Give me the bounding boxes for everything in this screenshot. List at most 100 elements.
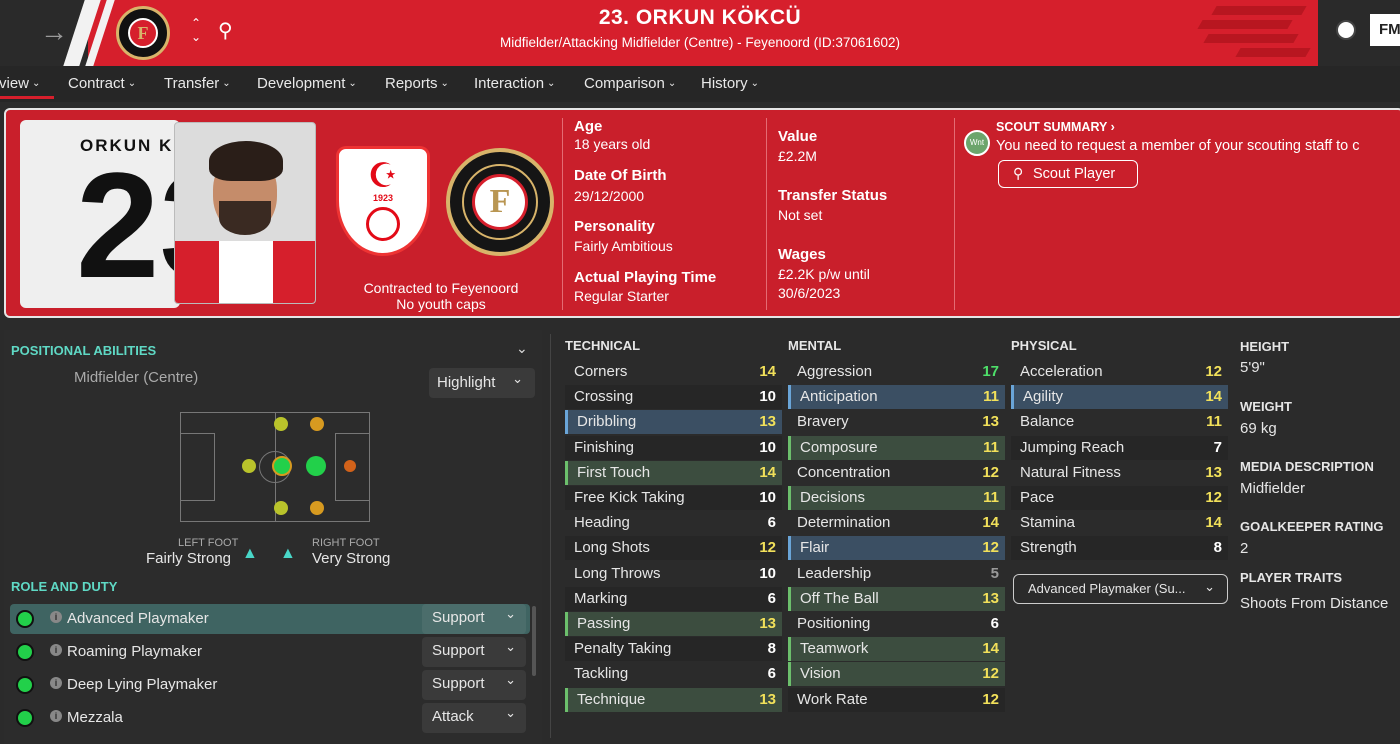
tab-history[interactable]: History ⌄ [701, 75, 759, 92]
attribute-row[interactable]: Strength 8 [1011, 536, 1228, 561]
attribute-row[interactable]: Bravery 13 [788, 410, 1005, 434]
fm-logo-icon[interactable]: FM [1370, 14, 1400, 46]
back-arrow-icon[interactable]: → [40, 16, 68, 48]
tab-reports[interactable]: Reports ⌄ [385, 75, 449, 92]
player-trait[interactable]: Shoots From Distance [1240, 595, 1388, 612]
role-name: Deep Lying Playmaker [67, 676, 218, 693]
chevron-down-icon: ⌄ [505, 705, 516, 720]
attribute-row[interactable]: Heading 6 [565, 511, 782, 535]
info-icon[interactable]: i [50, 644, 62, 656]
header-decoration [1211, 6, 1307, 15]
attribute-value: 13 [759, 413, 776, 431]
attribute-row[interactable]: Aggression 17 [788, 360, 1005, 384]
attribute-value: 8 [767, 640, 776, 658]
duty-dropdown[interactable]: Support ⌄ [422, 604, 526, 634]
attribute-row[interactable]: Positioning 6 [788, 612, 1005, 636]
attribute-name: Corners [574, 363, 628, 380]
attribute-row[interactable]: Technique 13 [565, 687, 782, 712]
tab-interaction[interactable]: Interaction ⌄ [474, 75, 555, 92]
role-row[interactable]: i Roaming Playmaker Support ⌄ [10, 637, 530, 667]
roles-scrollbar[interactable] [532, 606, 536, 676]
chevron-down-icon: ⌄ [547, 78, 556, 89]
attribute-name: Vision [800, 665, 841, 683]
club-badge-icon[interactable]: F [116, 6, 170, 60]
scout-summary-link[interactable]: SCOUT SUMMARY › [996, 120, 1115, 134]
header-decoration [1197, 20, 1293, 29]
role-row[interactable]: i Mezzala Attack ⌄ [10, 703, 530, 733]
highlight-dropdown[interactable]: Highlight ⌄ [429, 368, 535, 398]
chevron-down-icon: ⌄ [505, 606, 516, 621]
attribute-row[interactable]: Anticipation 11 [788, 385, 1005, 410]
attribute-row[interactable]: First Touch 14 [565, 460, 782, 485]
club-badge-icon[interactable]: F [446, 148, 554, 256]
duty-label: Support [432, 642, 485, 659]
attribute-row[interactable]: Long Throws 10 [565, 562, 782, 586]
chevron-down-icon[interactable]: ⌄ [516, 340, 528, 357]
info-icon[interactable]: i [50, 677, 62, 689]
role-highlight-dropdown[interactable]: Advanced Playmaker (Su... ⌄ [1013, 574, 1228, 604]
attribute-name: Teamwork [800, 640, 869, 658]
attribute-row[interactable]: Dribbling 13 [565, 410, 782, 435]
attribute-row[interactable]: Acceleration 12 [1011, 360, 1228, 384]
tab-comparison[interactable]: Comparison ⌄ [584, 75, 676, 92]
duty-dropdown[interactable]: Support ⌄ [422, 670, 526, 700]
football-icon [366, 207, 400, 241]
left-foot-value: Fairly Strong [146, 550, 232, 567]
player-overview-card: ORKUN KÖ 23 ☪ 1923 F Contracted to Feyen… [4, 108, 1400, 318]
attribute-row[interactable]: Concentration 12 [788, 461, 1005, 485]
attribute-name: Crossing [574, 388, 634, 406]
attribute-row[interactable]: Agility 14 [1011, 385, 1228, 410]
position-dot-selected [272, 456, 292, 476]
duty-label: Support [432, 609, 485, 626]
attribute-row[interactable]: Flair 12 [788, 536, 1005, 561]
attribute-row[interactable]: Pace 12 [1011, 486, 1228, 510]
duty-dropdown[interactable]: Support ⌄ [422, 637, 526, 667]
attribute-value: 13 [982, 589, 999, 607]
tab-contract[interactable]: Contract ⌄ [68, 75, 136, 92]
physical-title: PHYSICAL [1011, 338, 1077, 353]
attribute-row[interactable]: Composure 11 [788, 435, 1005, 460]
attribute-row[interactable]: Leadership 5 [788, 562, 1005, 586]
duty-dropdown[interactable]: Attack ⌄ [422, 703, 526, 733]
scout-summary-title: SCOUT SUMMARY [996, 120, 1108, 134]
attribute-row[interactable]: Free Kick Taking 10 [565, 486, 782, 510]
info-icon[interactable]: i [50, 710, 62, 722]
attribute-row[interactable]: Finishing 10 [565, 435, 782, 460]
attribute-row[interactable]: Teamwork 14 [788, 637, 1005, 662]
attribute-row[interactable]: Work Rate 12 [788, 687, 1005, 712]
tab-overview[interactable]: rview⌄ [0, 75, 40, 92]
right-foot-label: RIGHT FOOT [312, 537, 380, 549]
attribute-row[interactable]: Long Shots 12 [565, 536, 782, 561]
attribute-row[interactable]: Decisions 11 [788, 486, 1005, 510]
attribute-row[interactable]: Crossing 10 [565, 385, 782, 410]
role-row[interactable]: i Deep Lying Playmaker Support ⌄ [10, 670, 530, 700]
height-label: HEIGHT [1240, 339, 1290, 354]
role-name: Roaming Playmaker [67, 643, 203, 660]
attribute-row[interactable]: Corners 14 [565, 360, 782, 384]
role-row[interactable]: i Advanced Playmaker Support ⌄ [10, 604, 530, 634]
attribute-row[interactable]: Vision 12 [788, 662, 1005, 687]
attribute-row[interactable]: Passing 13 [565, 612, 782, 636]
role-suitability-icon [16, 676, 34, 694]
chevron-down-icon: ⌄ [505, 639, 516, 654]
attribute-row[interactable]: Tackling 6 [565, 662, 782, 686]
attribute-value: 11 [983, 438, 999, 456]
info-icon[interactable]: i [50, 611, 62, 623]
football-icon[interactable] [1336, 20, 1356, 40]
attribute-row[interactable]: Stamina 14 [1011, 511, 1228, 535]
attribute-row[interactable]: Determination 14 [788, 511, 1005, 535]
attribute-value: 10 [759, 489, 776, 506]
nation-badge-icon[interactable]: ☪ 1923 [336, 146, 430, 256]
attribute-row[interactable]: Natural Fitness 13 [1011, 461, 1228, 485]
attribute-row[interactable]: Marking 6 [565, 586, 782, 611]
attribute-row[interactable]: Balance 11 [1011, 410, 1228, 434]
scout-player-button[interactable]: ⚲ Scout Player [998, 160, 1138, 188]
tab-development[interactable]: Development ⌄ [257, 75, 357, 92]
search-icon[interactable]: ⚲ [218, 18, 233, 43]
nation-badge-year: 1923 [372, 193, 394, 203]
up-down-icon[interactable]: ⌃ ⌄ [191, 16, 201, 44]
attribute-row[interactable]: Penalty Taking 8 [565, 637, 782, 662]
attribute-row[interactable]: Jumping Reach 7 [1011, 435, 1228, 460]
attribute-row[interactable]: Off The Ball 13 [788, 586, 1005, 611]
tab-transfer[interactable]: Transfer ⌄ [164, 75, 231, 92]
